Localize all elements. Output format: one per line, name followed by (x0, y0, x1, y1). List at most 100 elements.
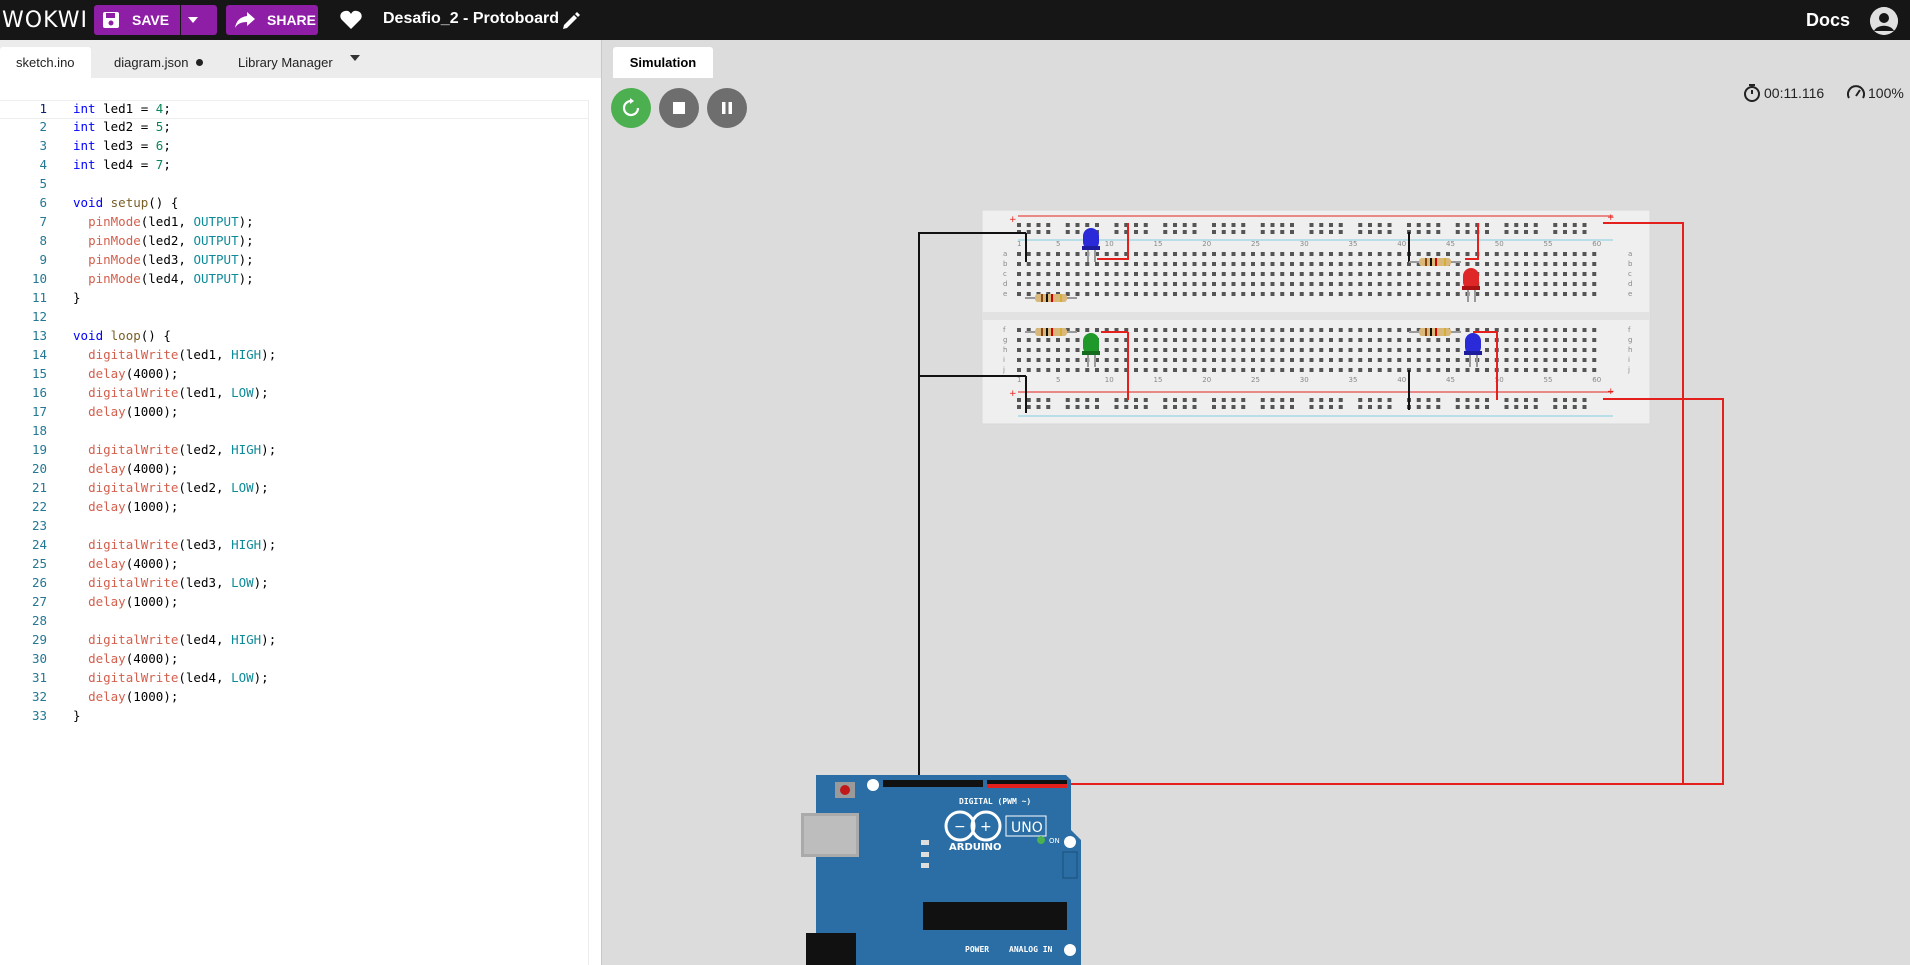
code-text: digitalWrite(led2, LOW); (88, 480, 269, 495)
save-button[interactable]: SAVE (94, 5, 180, 35)
row-label: d (1628, 280, 1632, 288)
code-line[interactable]: 15 delay(4000); (0, 366, 588, 385)
share-button[interactable]: SHARE (226, 5, 318, 35)
project-title[interactable]: Desafio_2 - Protoboard (383, 10, 559, 28)
tab-library-manager[interactable]: Library Manager (222, 47, 349, 78)
code-line[interactable]: 11} (0, 290, 588, 309)
code-line[interactable]: 28 (0, 613, 588, 632)
column-label: 20 (1202, 376, 1211, 384)
code-line[interactable]: 8 pinMode(led2, OUTPUT); (0, 233, 588, 252)
code-line[interactable]: 6 void setup() { (0, 195, 588, 214)
heart-icon[interactable] (340, 10, 362, 30)
simulation-pane: + + + + 1 1 5 5 10 10 15 15 20 20 25 25 30 30 35 35 40 40… (603, 40, 1910, 965)
code-line[interactable]: 13 void loop() { (0, 328, 588, 347)
line-number: 24 (31, 537, 47, 552)
share-icon (235, 12, 255, 28)
code-line[interactable]: 20 delay(4000); (0, 461, 588, 480)
code-line[interactable]: 17 delay(1000); (0, 404, 588, 423)
column-label: 25 (1251, 240, 1260, 248)
line-number: 33 (31, 708, 47, 723)
code-line[interactable]: 25 delay(4000); (0, 556, 588, 575)
simulation-tabs: Simulation (603, 40, 1910, 78)
line-number: 10 (31, 271, 47, 286)
code-line[interactable]: 9 pinMode(led3, OUTPUT); (0, 252, 588, 271)
speedometer-icon (1847, 85, 1865, 99)
code-line[interactable]: 19 digitalWrite(led2, HIGH); (0, 442, 588, 461)
line-number: 3 (39, 138, 47, 153)
row-label: e (1628, 290, 1632, 298)
row-label: g (1628, 336, 1632, 344)
code-line[interactable]: 5 (0, 176, 588, 195)
row-label: h (1003, 346, 1007, 354)
stop-button[interactable] (659, 88, 699, 128)
code-line[interactable]: 14 digitalWrite(led1, HIGH); (0, 347, 588, 366)
code-line[interactable]: 27 delay(1000); (0, 594, 588, 613)
save-dropdown-button[interactable] (181, 5, 217, 35)
wokwi-logo[interactable]: WOKWI (2, 8, 92, 33)
svg-text:+: + (1607, 213, 1615, 223)
code-line[interactable]: 33} (0, 708, 588, 727)
code-line[interactable]: 4 int led4 = 7; (0, 157, 588, 176)
restart-button[interactable] (611, 88, 651, 128)
tab-sketch-ino[interactable]: sketch.ino (0, 47, 91, 78)
line-number: 27 (31, 594, 47, 609)
code-line[interactable]: 23 (0, 518, 588, 537)
tab-diagram-json[interactable]: diagram.json (98, 47, 219, 78)
editor-scrollbar[interactable] (588, 100, 602, 965)
share-label: SHARE (267, 12, 317, 28)
circuit-canvas[interactable]: + + + + 11551010151520202525303035354040… (603, 40, 1910, 965)
row-label: i (1003, 356, 1005, 364)
pause-button[interactable] (707, 88, 747, 128)
line-number: 29 (31, 632, 47, 647)
line-number: 5 (39, 176, 47, 191)
code-line[interactable]: 12 (0, 309, 588, 328)
unsaved-indicator (196, 59, 204, 66)
column-label: 35 (1349, 376, 1358, 384)
row-label: d (1003, 280, 1007, 288)
edit-pencil-icon[interactable] (562, 12, 580, 30)
elapsed-time: 00:11.116 (1764, 85, 1825, 101)
code-text: delay(1000); (88, 404, 179, 419)
code-text: int led1 = 4; (73, 101, 171, 116)
code-line[interactable]: 24 digitalWrite(led3, HIGH); (0, 537, 588, 556)
docs-link[interactable]: Docs (1806, 10, 1850, 31)
row-label: g (1003, 336, 1007, 344)
code-line[interactable]: 7 pinMode(led1, OUTPUT); (0, 214, 588, 233)
column-label: 60 (1592, 240, 1601, 248)
row-label: h (1628, 346, 1632, 354)
editor-tabs: sketch.ino diagram.json Library Manager (0, 40, 601, 78)
code-line[interactable]: 16 digitalWrite(led1, LOW); (0, 385, 588, 404)
code-line[interactable]: 10 pinMode(led4, OUTPUT); (0, 271, 588, 290)
code-line[interactable]: 29 digitalWrite(led4, HIGH); (0, 632, 588, 651)
code-line[interactable]: 31 digitalWrite(led4, LOW); (0, 670, 588, 689)
user-avatar[interactable] (1870, 7, 1898, 35)
code-line[interactable]: 18 (0, 423, 588, 442)
code-text: digitalWrite(led4, LOW); (88, 670, 269, 685)
row-label: b (1628, 260, 1633, 268)
column-label: 45 (1446, 376, 1455, 384)
code-line[interactable]: 32 delay(1000); (0, 689, 588, 708)
code-line[interactable]: 21 digitalWrite(led2, LOW); (0, 480, 588, 499)
code-text: int led3 = 6; (73, 138, 171, 153)
code-editor[interactable]: 1 int led1 = 4; 2 int led2 = 5; 3 int led3 = … (0, 100, 588, 727)
code-text: void loop() { (73, 328, 171, 343)
code-line[interactable]: 26 digitalWrite(led3, LOW); (0, 575, 588, 594)
code-line[interactable]: 30 delay(4000); (0, 651, 588, 670)
code-text: digitalWrite(led2, HIGH); (88, 442, 277, 457)
code-text: } (73, 290, 81, 305)
column-label: 15 (1154, 240, 1163, 248)
line-number: 8 (39, 233, 47, 248)
line-number: 22 (31, 499, 47, 514)
line-number: 14 (31, 347, 47, 362)
code-text: delay(4000); (88, 651, 179, 666)
code-line[interactable]: 22 delay(1000); (0, 499, 588, 518)
code-line[interactable]: 2 int led2 = 5; (0, 119, 588, 138)
board-brand-label: ARDUINO (949, 842, 1001, 853)
line-number: 26 (31, 575, 47, 590)
tab-simulation[interactable]: Simulation (613, 47, 713, 78)
tabs-menu-chevron-icon[interactable] (350, 55, 360, 61)
code-line[interactable]: 1 int led1 = 4; (0, 100, 588, 119)
code-text: delay(4000); (88, 366, 179, 381)
column-label: 10 (1105, 240, 1114, 248)
code-line[interactable]: 3 int led3 = 6; (0, 138, 588, 157)
